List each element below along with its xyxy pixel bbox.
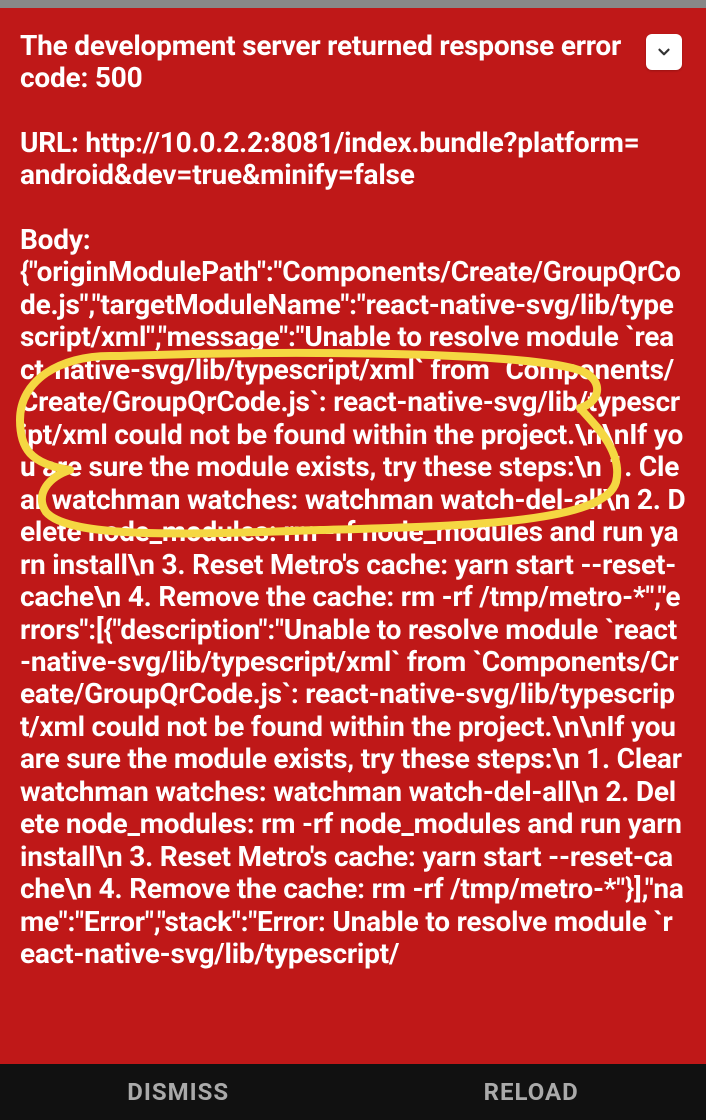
dismiss-button[interactable]: DISMISS [107, 1072, 249, 1112]
bottom-bar: DISMISS RELOAD [0, 1064, 706, 1120]
error-screen: The development server returned response… [0, 8, 706, 1064]
chevron-down-icon [655, 43, 673, 61]
error-url-line2: android&dev=true&minify=false [20, 159, 686, 191]
window-edge [706, 0, 712, 1120]
error-title: The development server returned response… [20, 30, 686, 95]
status-bar [0, 0, 712, 8]
error-url: URL: http://10.0.2.2:8081/index.bundle?p… [20, 127, 686, 192]
reload-button[interactable]: RELOAD [464, 1072, 599, 1112]
error-url-line1: URL: http://10.0.2.2:8081/index.bundle?p… [20, 127, 686, 159]
error-body: Body: {"originModulePath":"Components/Cr… [20, 224, 686, 971]
error-body-text: {"originModulePath":"Components/Create/G… [20, 256, 686, 970]
error-title-line1: The development server returned response… [20, 30, 686, 62]
error-title-line2: code: 500 [20, 62, 686, 94]
collapse-button[interactable] [646, 34, 682, 70]
error-body-label: Body: [20, 224, 686, 256]
